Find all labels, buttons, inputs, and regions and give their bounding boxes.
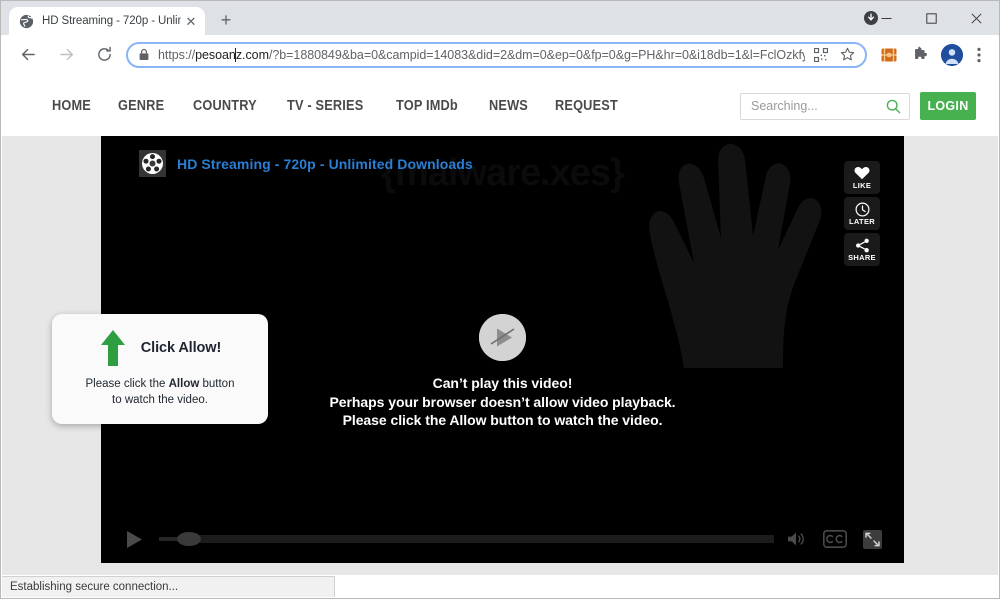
no-play-icon — [479, 314, 526, 361]
page-body: {malware.xes} HD Streaming - 720p - Unli… — [2, 136, 998, 575]
video-header-title: HD Streaming - 720p - Unlimited Download… — [177, 155, 473, 172]
nav-item-tv-series[interactable]: TV - SERIES — [287, 98, 363, 114]
allow-sub-bold: Allow — [168, 378, 200, 390]
share-nodes-icon — [855, 238, 870, 253]
allow-sub-after: button — [199, 378, 235, 390]
back-button[interactable] — [14, 41, 42, 69]
progress-track[interactable] — [185, 535, 774, 543]
qr-code-icon[interactable] — [811, 45, 831, 65]
video-side-actions: LIKE LATER SHARE — [844, 161, 880, 266]
puzzle-icon[interactable] — [909, 43, 933, 67]
volume-icon[interactable] — [786, 530, 807, 548]
film-reel-icon — [139, 150, 166, 177]
new-tab-button[interactable]: + — [212, 6, 240, 34]
captions-icon[interactable] — [823, 530, 847, 548]
nav-item-top-imdb[interactable]: TOP IMDb — [396, 98, 458, 114]
url-scheme: https:// — [158, 47, 196, 62]
forward-button[interactable] — [52, 41, 80, 69]
share-button[interactable]: SHARE — [844, 233, 880, 266]
search-icon[interactable] — [886, 99, 901, 114]
three-dot-menu-icon[interactable] — [969, 43, 989, 67]
window-controls — [864, 1, 999, 35]
status-bar-text: Establishing secure connection... — [10, 581, 179, 593]
reload-button[interactable] — [90, 41, 118, 69]
progress-handle[interactable] — [177, 532, 201, 546]
nav-item-home[interactable]: HOME — [52, 98, 91, 114]
url-host-left: pesoan — [195, 47, 236, 62]
nav-item-country[interactable]: COUNTRY — [193, 98, 257, 114]
video-controls-bar — [101, 515, 904, 563]
search-box[interactable] — [740, 92, 910, 120]
url-text[interactable]: https://pesoanz.com/?b=1880849&ba=0&camp… — [158, 47, 805, 62]
fullscreen-icon[interactable] — [863, 529, 882, 549]
minimize-button[interactable] — [864, 2, 909, 34]
tab-strip: HD Streaming - 720p - Unlimited ✕ + — [1, 1, 999, 35]
close-button[interactable] — [954, 2, 999, 34]
nav-item-news[interactable]: NEWS — [489, 98, 528, 114]
like-label: LIKE — [852, 180, 872, 190]
like-button[interactable]: LIKE — [844, 161, 880, 194]
page-viewport: HOME GENRE COUNTRY TV - SERIES TOP IMDb … — [2, 76, 998, 597]
heart-icon — [854, 166, 870, 181]
allow-popup-header: Click Allow! — [52, 314, 268, 368]
status-bar: Establishing secure connection... — [2, 576, 335, 597]
maximize-button[interactable] — [909, 2, 954, 34]
tab-close-icon[interactable]: ✕ — [183, 13, 199, 29]
later-label: LATER — [849, 216, 875, 226]
address-bar[interactable]: https://pesoanz.com/?b=1880849&ba=0&camp… — [126, 41, 867, 68]
login-button[interactable]: LOGIN — [920, 92, 976, 120]
allow-popup-title: Click Allow! — [140, 340, 222, 356]
allow-sub-line2: to watch the video. — [112, 394, 208, 406]
progress-scrubber[interactable] — [159, 530, 774, 548]
video-control-icons — [786, 529, 882, 549]
nav-item-request[interactable]: REQUEST — [555, 98, 618, 114]
globe-icon — [19, 14, 34, 29]
header-actions: LOGIN — [740, 92, 976, 120]
later-button[interactable]: LATER — [844, 197, 880, 230]
url-host-right: z.com — [235, 47, 269, 62]
green-up-arrow-icon — [99, 328, 127, 368]
play-icon[interactable] — [119, 530, 149, 549]
video-header: HD Streaming - 720p - Unlimited Download… — [139, 150, 473, 177]
search-input[interactable] — [751, 99, 886, 113]
allow-sub-before: Please click the — [85, 378, 169, 390]
avatar-icon[interactable] — [941, 43, 963, 66]
nav-item-genre[interactable]: GENRE — [118, 98, 164, 114]
browser-tab[interactable]: HD Streaming - 720p - Unlimited ✕ — [9, 7, 205, 35]
extension-shield-icon[interactable] — [877, 43, 901, 67]
clock-icon — [855, 202, 870, 217]
star-icon[interactable] — [837, 45, 857, 65]
tab-title: HD Streaming - 720p - Unlimited — [42, 15, 181, 27]
allow-popup-subtext: Please click the Allow button to watch th… — [52, 376, 268, 408]
browser-toolbar: https://pesoanz.com/?b=1880849&ba=0&camp… — [1, 35, 999, 75]
share-label: SHARE — [848, 252, 876, 262]
click-allow-popup[interactable]: Click Allow! Please click the Allow butt… — [52, 314, 268, 424]
site-navigation: HOME GENRE COUNTRY TV - SERIES TOP IMDb … — [52, 98, 740, 114]
lock-icon — [138, 48, 150, 61]
site-header: HOME GENRE COUNTRY TV - SERIES TOP IMDb … — [2, 76, 998, 136]
url-query: /?b=1880849&ba=0&campid=14083&did=2&dm=0… — [268, 47, 805, 62]
browser-window: HD Streaming - 720p - Unlimited ✕ + — [0, 0, 1000, 599]
